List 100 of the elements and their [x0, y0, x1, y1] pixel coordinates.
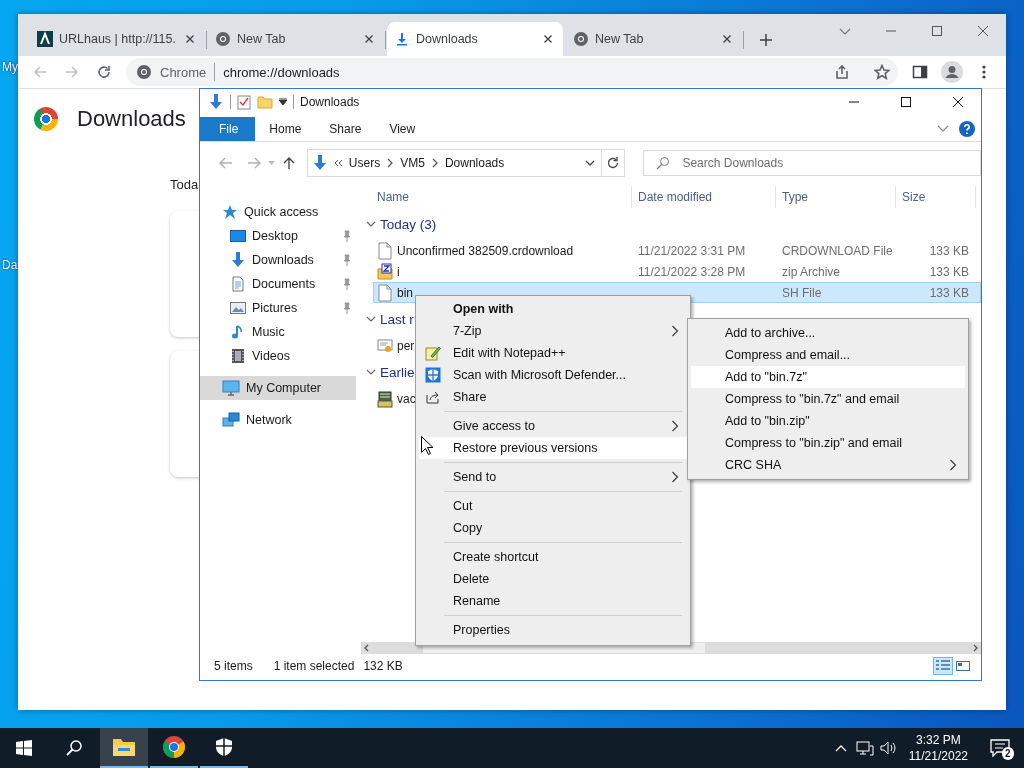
chevron-down-icon[interactable]	[366, 368, 376, 376]
up-arrow-icon[interactable]	[282, 156, 295, 170]
nav-item[interactable]: Pictures	[200, 296, 356, 320]
column-header[interactable]: Size	[896, 186, 976, 208]
search-field[interactable]: Search Downloads	[643, 150, 981, 176]
maximize-icon[interactable]	[900, 96, 912, 108]
ribbon-tab[interactable]: View	[375, 117, 430, 141]
selection-count: 1 item selected	[273, 659, 355, 673]
nav-item[interactable]: My Computer	[200, 376, 356, 400]
browser-logo-icon	[136, 64, 152, 80]
menu-item[interactable]: 7-Zip	[419, 320, 687, 342]
file-row[interactable]: per	[373, 335, 418, 356]
menu-item[interactable]: Rename	[419, 590, 687, 612]
address-field[interactable]: Users VM5 Downloads	[306, 149, 603, 177]
breadcrumb[interactable]: VM5	[400, 156, 425, 170]
ribbon-tab[interactable]: Home	[255, 117, 316, 141]
star-icon[interactable]	[874, 64, 890, 80]
column-header[interactable]: Type	[776, 186, 896, 208]
browser-tab[interactable]: Downloads	[387, 22, 563, 56]
selection-size: 132 KB	[363, 659, 403, 673]
network-icon	[222, 412, 240, 428]
download-arrow-icon	[230, 252, 246, 268]
menu-item[interactable]: Cut	[419, 495, 687, 517]
speaker-icon[interactable]	[879, 740, 898, 756]
taskbar-button[interactable]	[100, 728, 148, 768]
nav-item[interactable]: Videos	[200, 344, 356, 368]
download-arrow-icon[interactable]	[208, 94, 224, 110]
side-panel-icon[interactable]	[912, 64, 928, 80]
refresh-icon[interactable]	[606, 156, 621, 170]
group-header[interactable]: Last r	[380, 311, 414, 327]
help-icon[interactable]	[959, 121, 975, 137]
site-label: Chrome	[160, 64, 207, 80]
star-icon	[222, 204, 238, 220]
menu-item[interactable]: Create shortcut	[419, 546, 687, 568]
windows-logo-icon	[16, 740, 32, 756]
column-header[interactable]: Name	[361, 186, 632, 208]
details-view-icon	[935, 659, 951, 673]
file-tab[interactable]: File	[200, 117, 256, 141]
size-cell-text: 133 KB	[928, 285, 970, 300]
group-header[interactable]: Today (3)	[380, 216, 437, 232]
view-button[interactable]	[933, 657, 953, 675]
nav-item[interactable]: Downloads	[200, 248, 356, 272]
menu-item[interactable]: Edit with Notepad++	[419, 342, 687, 364]
menu-item[interactable]: Compress to "bin.zip" and email	[691, 432, 965, 454]
profile-icon[interactable]	[941, 61, 963, 83]
menu-item[interactable]: Compress to "bin.7z" and email	[691, 388, 965, 410]
breadcrumb[interactable]: Downloads	[444, 156, 505, 170]
file-name: per	[397, 338, 415, 353]
menu-item[interactable]: Share	[419, 386, 687, 408]
menu-item[interactable]: Add to "bin.7z"	[691, 366, 965, 388]
menu-item[interactable]: CRC SHA	[691, 454, 965, 476]
menu-icon[interactable]	[982, 64, 986, 80]
menu-item[interactable]: Send to	[419, 466, 687, 488]
clock[interactable]: 3:32 PM 11/21/2022	[900, 728, 976, 768]
chevron-up-icon[interactable]	[834, 744, 847, 752]
pin-icon	[342, 254, 352, 266]
address-bar[interactable]: Chrome chrome://downloads	[126, 58, 898, 86]
chevron-right-icon	[430, 158, 439, 168]
close-icon[interactable]	[952, 96, 964, 108]
nav-item[interactable]: Network	[200, 408, 356, 432]
type-cell-text: zip Archive	[781, 264, 842, 279]
caret-icon[interactable]	[279, 98, 287, 106]
nav-item[interactable]: Documents	[200, 272, 356, 296]
picture-icon	[230, 300, 246, 316]
chevron-down-icon[interactable]	[366, 220, 376, 228]
network-icon[interactable]	[855, 740, 874, 756]
nav-item[interactable]: Quick access	[200, 200, 356, 224]
menu-item[interactable]: Properties	[419, 619, 687, 641]
menu-item[interactable]: Delete	[419, 568, 687, 590]
browser-tab[interactable]: New Tab	[566, 22, 742, 56]
browser-logo-icon	[215, 31, 231, 47]
menu-item[interactable]: Add to archive...	[691, 322, 965, 344]
chevron-down-icon[interactable]	[366, 315, 376, 323]
reload-icon[interactable]	[96, 64, 112, 80]
properties-icon[interactable]	[237, 94, 251, 110]
ribbon-tab[interactable]: Share	[315, 117, 376, 141]
breadcrumb[interactable]: Users	[348, 156, 381, 170]
menu-item[interactable]: Give access to	[419, 415, 687, 437]
file-row[interactable]: i 11/21/2022 3:28 PM zip Archive 133 KB	[373, 261, 981, 282]
group-header[interactable]: Earlie	[380, 364, 415, 380]
browser-tab[interactable]: New Tab	[208, 22, 384, 56]
nav-item[interactable]: Desktop	[200, 224, 356, 248]
file-row[interactable]: Unconfirmed 382509.crdownload 11/21/2022 3:31 PM CRDOWNLOAD File 133 KB	[373, 240, 981, 261]
desktop-icon	[230, 228, 246, 244]
column-header[interactable]: Date modified	[632, 186, 776, 208]
file-row[interactable]: vac	[373, 388, 419, 409]
notifications-button[interactable]: 2	[976, 728, 1024, 768]
menu-item[interactable]: Scan with Microsoft Defender...	[419, 364, 687, 386]
menu-item[interactable]: Add to "bin.zip"	[691, 410, 965, 432]
item-count: 5 items	[214, 659, 253, 673]
type-cell-text: CRDOWNLOAD File	[781, 243, 894, 258]
menu-item[interactable]: Copy	[419, 517, 687, 539]
mouse-cursor-icon	[421, 436, 433, 455]
menu-item[interactable]: Restore previous versions	[419, 437, 687, 459]
nav-item[interactable]: Music	[200, 320, 356, 344]
new-tab-icon[interactable]	[759, 33, 773, 47]
browser-tab[interactable]: URLhaus | http://115.	[30, 22, 205, 56]
menu-item[interactable]: Compress and email...	[691, 344, 965, 366]
share-icon[interactable]	[834, 64, 850, 80]
chevron-down-icon[interactable]	[585, 159, 596, 167]
